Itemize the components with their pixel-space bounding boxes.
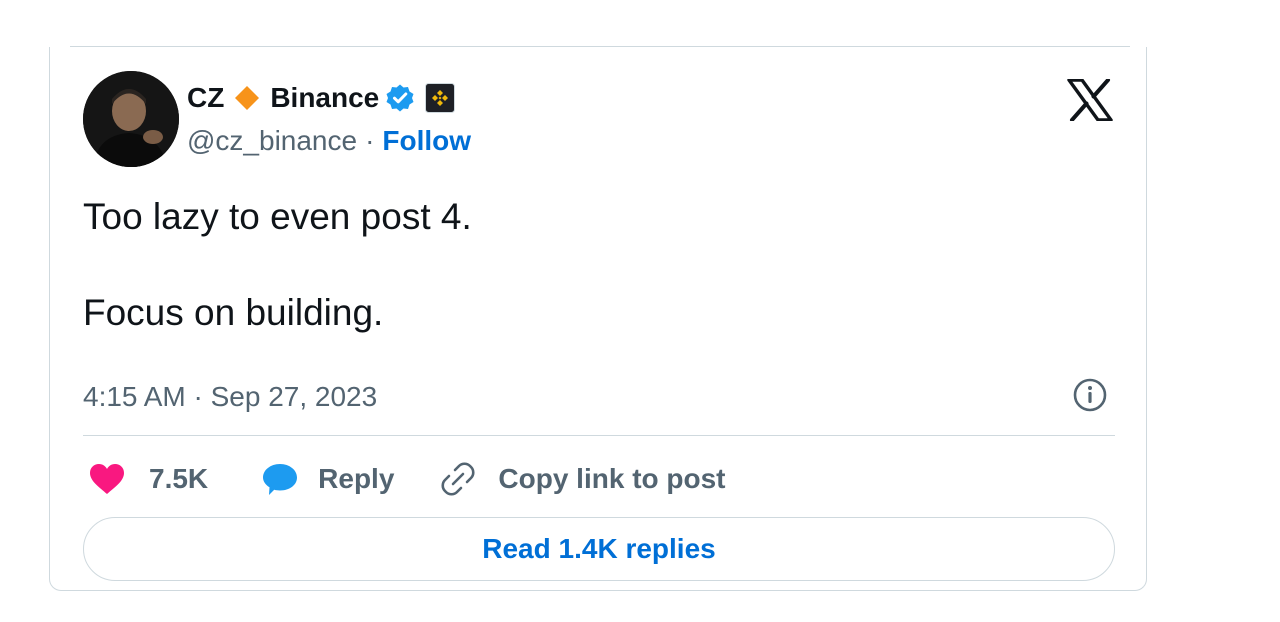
- reply-label: Reply: [318, 463, 395, 494]
- post-text: Too lazy to even post 4. Focus on buildi…: [83, 193, 472, 337]
- copy-link-button[interactable]: Copy link to post: [440, 461, 726, 497]
- like-count: 7.5K: [149, 463, 209, 494]
- avatar[interactable]: [83, 71, 179, 167]
- post-timestamp[interactable]: 4:15 AM · Sep 27, 2023: [83, 381, 377, 413]
- orange-diamond-icon: [234, 85, 260, 111]
- read-replies-button[interactable]: Read 1.4K replies: [83, 517, 1115, 581]
- like-button[interactable]: 7.5K: [89, 463, 208, 495]
- x-logo-icon[interactable]: [1067, 78, 1113, 122]
- link-icon: [441, 462, 475, 496]
- verified-badge-icon: [385, 83, 415, 113]
- author-org-name[interactable]: Binance: [270, 82, 379, 114]
- speech-bubble-icon: [263, 464, 298, 495]
- heart-icon: [90, 464, 124, 494]
- reply-button[interactable]: Reply: [262, 462, 394, 496]
- follow-link[interactable]: Follow: [382, 125, 471, 157]
- binance-affiliate-badge-icon[interactable]: [425, 83, 456, 113]
- author-display-name[interactable]: CZ: [187, 82, 224, 114]
- embedded-post-card: CZ Binance @cz_binance · Follow Too lazy…: [49, 47, 1147, 591]
- divider: [83, 435, 1115, 436]
- separator-dot: ·: [365, 125, 375, 156]
- author-handle-row: @cz_binance · Follow: [187, 125, 471, 157]
- avatar-photo-icon: [83, 71, 179, 167]
- copy-link-label: Copy link to post: [498, 463, 726, 494]
- info-icon[interactable]: [1072, 377, 1108, 413]
- action-bar: 7.5K Reply Copy link to post: [83, 455, 726, 503]
- author-name-row[interactable]: CZ Binance: [187, 79, 456, 117]
- post-text-line-1: Too lazy to even post 4.: [83, 196, 472, 237]
- author-handle[interactable]: @cz_binance: [187, 125, 357, 157]
- post-text-line-2: Focus on building.: [83, 292, 384, 333]
